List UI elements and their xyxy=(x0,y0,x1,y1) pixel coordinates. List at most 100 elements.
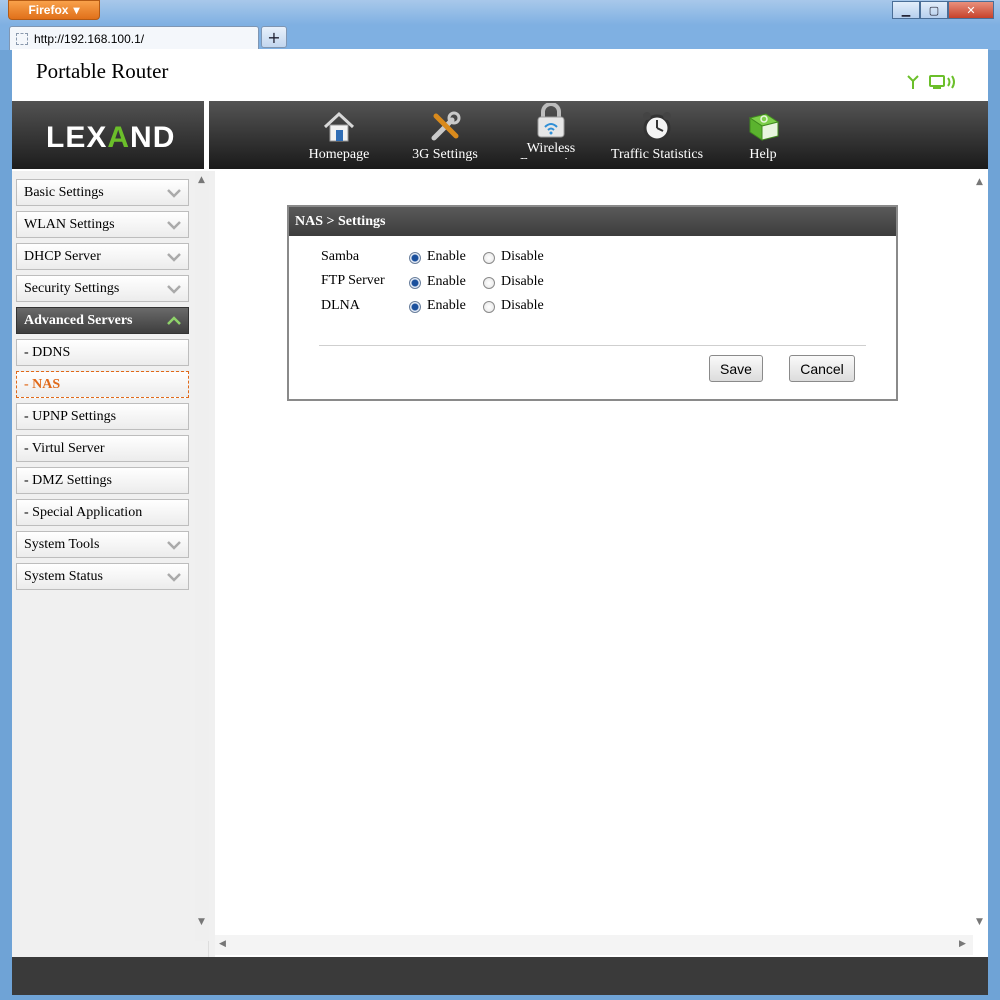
dlna-enable-radio[interactable] xyxy=(409,301,421,313)
home-icon xyxy=(321,109,357,145)
scroll-right-icon[interactable]: ▶ xyxy=(959,939,966,949)
samba-disable-radio[interactable] xyxy=(483,252,495,264)
sidebar-item-label: Advanced Servers xyxy=(24,312,133,328)
sidebar-item-security-settings[interactable]: Security Settings xyxy=(16,275,189,302)
sidebar-item-dmz-settings[interactable]: - DMZ Settings xyxy=(16,467,189,494)
sidebar-item-label: Basic Settings xyxy=(24,184,104,200)
nav-wireless-encryption[interactable]: Wireless Encryption xyxy=(498,101,604,169)
ftp-enable-radio[interactable] xyxy=(409,277,421,289)
chevron-down-icon xyxy=(167,285,181,294)
dlna-enable-label: Enable xyxy=(427,298,466,313)
firefox-menu-label: Firefox xyxy=(28,3,69,17)
nav-label: 3G Settings xyxy=(412,147,478,162)
window-controls: ▁ ▢ ✕ xyxy=(892,1,994,19)
ftp-enable-label: Enable xyxy=(427,274,466,289)
maximize-icon[interactable]: ▢ xyxy=(920,1,948,19)
logo-text-dot: A xyxy=(107,121,131,154)
chevron-down-icon xyxy=(167,221,181,230)
sidebar-item-label: System Status xyxy=(24,568,103,584)
minimize-icon[interactable]: ▁ xyxy=(892,1,920,19)
ftp-server-label: FTP Server xyxy=(321,273,385,288)
sidebar-item-advanced-servers[interactable]: Advanced Servers xyxy=(16,307,189,334)
nav-label: Wireless Encryption xyxy=(520,141,582,159)
save-button[interactable]: Save xyxy=(709,355,763,382)
sidebar-item-upnp-settings[interactable]: - UPNP Settings xyxy=(16,403,189,430)
nav-3g-settings[interactable]: 3G Settings xyxy=(392,101,498,169)
device-connected-icon xyxy=(929,75,955,89)
sidebar-item-label: - DDNS xyxy=(24,344,71,360)
chevron-down-icon xyxy=(167,573,181,582)
sidebar-item-dhcp-server[interactable]: DHCP Server xyxy=(16,243,189,270)
nav-traffic-statistics[interactable]: Traffic Statistics xyxy=(604,101,710,169)
top-nav: Homepage 3G Settings Wireless Traffic St… xyxy=(209,101,988,169)
sidebar-item-basic-settings[interactable]: Basic Settings xyxy=(16,179,189,206)
status-bar xyxy=(12,957,988,995)
scroll-up-icon[interactable]: ▲ xyxy=(198,175,205,185)
tools-icon xyxy=(427,109,463,145)
sidebar-item-label: - NAS xyxy=(24,376,61,392)
chevron-down-icon: ▾ xyxy=(73,3,80,17)
sidebar-item-label: Security Settings xyxy=(24,280,120,296)
sidebar-vertical-scrollbar[interactable]: ▲ ▼ xyxy=(195,171,209,941)
wifi-lock-icon xyxy=(533,103,569,139)
dlna-disable-radio[interactable] xyxy=(483,301,495,313)
chevron-down-icon xyxy=(167,253,181,262)
chevron-up-icon xyxy=(167,316,181,325)
firefox-menu-button[interactable]: Firefox ▾ xyxy=(8,0,100,20)
chevron-down-icon xyxy=(167,189,181,198)
samba-disable-label: Disable xyxy=(501,249,544,264)
sidebar-item-ddns[interactable]: - DDNS xyxy=(16,339,189,366)
ftp-disable-radio[interactable] xyxy=(483,277,495,289)
nav-label: Help xyxy=(749,147,777,162)
sidebar-item-wlan-settings[interactable]: WLAN Settings xyxy=(16,211,189,238)
sidebar-item-label: WLAN Settings xyxy=(24,216,115,232)
sidebar-item-label: - DMZ Settings xyxy=(24,472,112,488)
browser-tab[interactable]: http://192.168.100.1/ xyxy=(9,26,259,50)
nav-help[interactable]: Help xyxy=(710,101,816,169)
nav-homepage[interactable]: Homepage xyxy=(286,101,392,169)
alarm-clock-icon xyxy=(639,109,675,145)
sidebar-item-nas[interactable]: - NAS xyxy=(16,371,189,398)
samba-label: Samba xyxy=(321,249,360,264)
sidebar-item-system-status[interactable]: System Status xyxy=(16,563,189,590)
tab-url: http://192.168.100.1/ xyxy=(34,31,145,46)
nav-label: Homepage xyxy=(308,147,370,162)
sidebar-item-virtual-server[interactable]: - Virtul Server xyxy=(16,435,189,462)
panel-title: NAS > Settings xyxy=(289,207,896,236)
logo-text-right: ND xyxy=(130,121,176,154)
scroll-up-icon[interactable]: ▲ xyxy=(976,177,983,187)
window-titlebar xyxy=(0,0,1000,25)
help-book-icon xyxy=(745,109,781,145)
scroll-down-icon[interactable]: ▼ xyxy=(976,917,983,927)
chevron-down-icon xyxy=(167,541,181,550)
new-tab-button[interactable]: + xyxy=(261,26,287,48)
page-header: Portable Router xyxy=(12,49,988,101)
scroll-left-icon[interactable]: ◀ xyxy=(219,939,226,949)
close-icon[interactable]: ✕ xyxy=(948,1,994,19)
cancel-button[interactable]: Cancel xyxy=(789,355,855,382)
panel-divider xyxy=(319,345,866,346)
nas-settings-panel: NAS > Settings Samba Enable Disable FTP … xyxy=(287,205,898,401)
page-favicon-icon xyxy=(16,32,28,45)
page-viewport: Portable Router LEXAND Homepage 3G Setti… xyxy=(12,49,988,957)
sidebar-item-label: DHCP Server xyxy=(24,248,101,264)
content-horizontal-scrollbar[interactable]: ◀ ▶ xyxy=(215,935,973,955)
scroll-down-icon[interactable]: ▼ xyxy=(198,917,205,927)
content-vertical-scrollbar[interactable]: ▲ ▼ xyxy=(973,171,988,935)
dlna-disable-label: Disable xyxy=(501,298,544,313)
sidebar-item-special-application[interactable]: - Special Application xyxy=(16,499,189,526)
sidebar-item-label: - Special Application xyxy=(24,504,143,520)
ftp-disable-label: Disable xyxy=(501,274,544,289)
sidebar-item-label: - Virtul Server xyxy=(24,440,105,456)
sidebar-item-label: System Tools xyxy=(24,536,100,552)
brand-logo: LEXAND xyxy=(46,121,175,155)
sidebar-item-label: - UPNP Settings xyxy=(24,408,117,424)
samba-enable-radio[interactable] xyxy=(409,252,421,264)
signal-icon xyxy=(907,75,919,89)
dlna-label: DLNA xyxy=(321,298,360,313)
nav-label: Traffic Statistics xyxy=(610,147,704,162)
logo-text-left: LEX xyxy=(46,121,108,154)
sidebar-item-system-tools[interactable]: System Tools xyxy=(16,531,189,558)
sidebar: Basic Settings WLAN Settings DHCP Server… xyxy=(12,171,209,957)
page-title: Portable Router xyxy=(36,59,169,83)
